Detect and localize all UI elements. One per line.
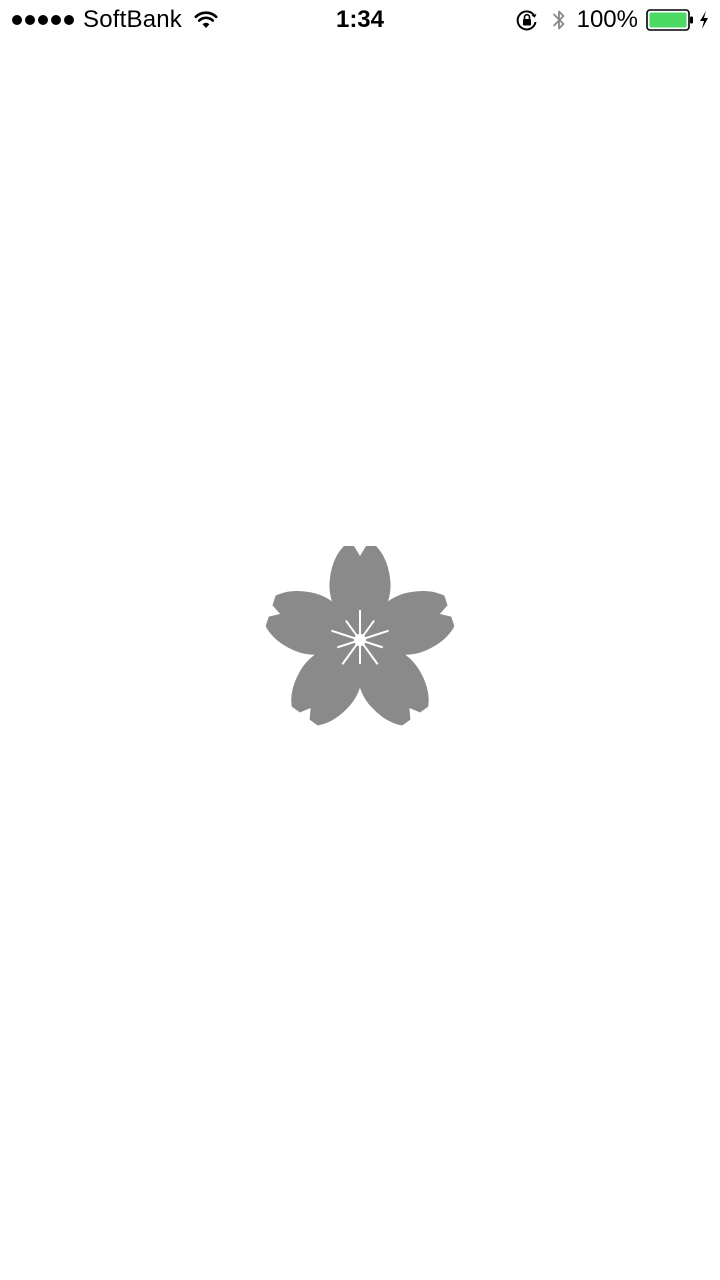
splash-logo [260,540,460,740]
orientation-lock-icon [516,10,537,31]
battery-percentage: 100% [576,6,638,33]
app-screen: SoftBank 1:34 100% [0,0,720,1280]
battery-icon [646,9,693,31]
status-right: 100% [515,0,710,40]
cherry-blossom-icon [265,546,455,726]
charging-icon [700,11,708,29]
bluetooth-icon [552,10,565,30]
status-bar: SoftBank 1:34 100% [0,0,720,40]
